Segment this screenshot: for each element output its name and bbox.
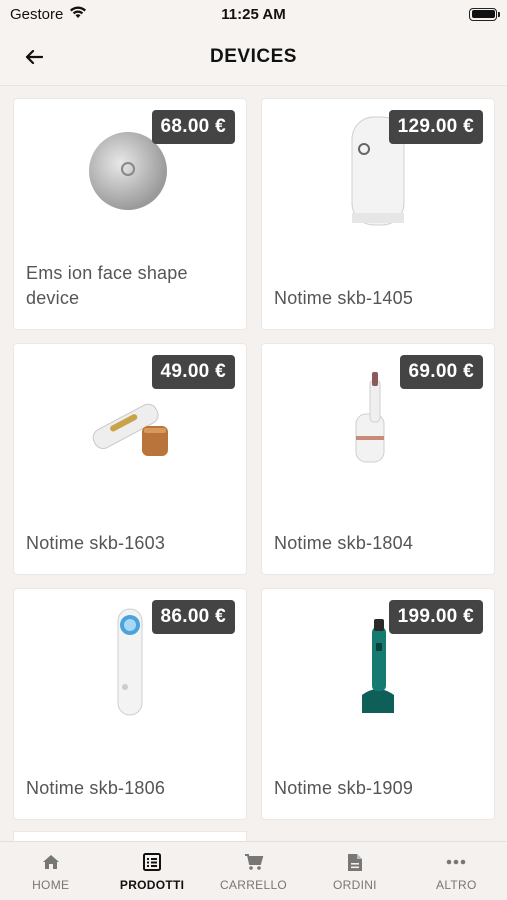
product-name: Ems ion face shape device bbox=[26, 263, 188, 308]
product-card[interactable]: 68.00 € Ems ion face shape device bbox=[14, 99, 246, 329]
tab-bar: HOME PRODOTTI CARRELLO ORDINI ALTRO bbox=[0, 841, 507, 900]
product-name: Notime skb-1909 bbox=[274, 778, 414, 798]
navigation-bar: DEVICES bbox=[0, 28, 507, 86]
tab-label: HOME bbox=[32, 878, 70, 892]
product-name: Notime skb-1806 bbox=[26, 778, 166, 798]
tab-label: ORDINI bbox=[333, 878, 377, 892]
wifi-icon bbox=[69, 5, 87, 23]
product-card[interactable]: 129.00 € Notime skb-1405 bbox=[262, 99, 494, 329]
more-icon bbox=[446, 852, 466, 872]
price-badge: 69.00 € bbox=[399, 355, 483, 389]
tab-ordini[interactable]: ORDINI bbox=[304, 842, 405, 900]
price-badge: 68.00 € bbox=[151, 110, 235, 144]
product-name: Notime skb-1603 bbox=[26, 533, 166, 553]
price-badge: 49.00 € bbox=[151, 355, 235, 389]
price-badge: 129.00 € bbox=[388, 110, 483, 144]
price-badge: 199.00 € bbox=[388, 600, 483, 634]
product-name: Notime skb-1405 bbox=[274, 288, 414, 308]
product-grid: 68.00 € Ems ion face shape device 129.00… bbox=[14, 99, 494, 819]
page-title: DEVICES bbox=[210, 45, 297, 67]
battery-icon bbox=[469, 7, 500, 21]
status-bar: Gestore 11:25 AM bbox=[0, 0, 507, 28]
product-card[interactable]: 69.00 € Notime skb-1804 bbox=[262, 344, 494, 574]
product-card[interactable]: 86.00 € Notime skb-1806 bbox=[14, 589, 246, 819]
tab-home[interactable]: HOME bbox=[0, 842, 101, 900]
product-card[interactable]: 49.00 € Notime skb-1603 bbox=[14, 344, 246, 574]
tab-label: ALTRO bbox=[436, 878, 477, 892]
home-icon bbox=[41, 852, 61, 872]
product-name: Notime skb-1804 bbox=[274, 533, 414, 553]
tab-label: PRODOTTI bbox=[119, 878, 185, 892]
tab-label: CARRELLO bbox=[219, 878, 288, 892]
tab-prodotti[interactable]: PRODOTTI bbox=[101, 842, 202, 900]
carrier-label: Gestore bbox=[10, 5, 64, 23]
price-badge: 86.00 € bbox=[151, 600, 235, 634]
arrow-left-icon bbox=[25, 49, 43, 65]
status-left: Gestore bbox=[10, 5, 87, 23]
list-icon bbox=[142, 852, 162, 872]
document-icon bbox=[345, 852, 365, 872]
tab-altro[interactable]: ALTRO bbox=[406, 842, 507, 900]
back-button[interactable] bbox=[20, 44, 48, 70]
cart-icon bbox=[244, 852, 264, 872]
product-card[interactable]: 199.00 € Notime skb-1909 bbox=[262, 589, 494, 819]
tab-carrello[interactable]: CARRELLO bbox=[203, 842, 304, 900]
